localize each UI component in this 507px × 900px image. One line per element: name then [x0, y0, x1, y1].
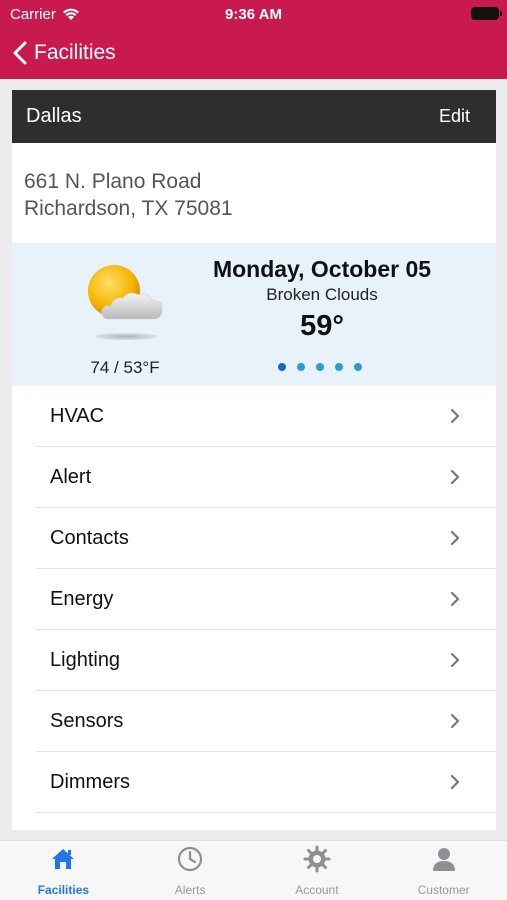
chevron-right-icon — [450, 591, 460, 607]
facility-card: Dallas Edit 661 N. Plano Road Richardson… — [12, 90, 496, 830]
person-icon — [432, 848, 455, 871]
menu-item-lighting[interactable]: Lighting — [36, 630, 496, 691]
page-dot[interactable] — [278, 363, 286, 371]
weather-date: Monday, October 05 — [212, 256, 432, 282]
menu-item-label: Dimmers — [50, 770, 130, 793]
current-temperature: 59° — [300, 310, 344, 342]
back-button[interactable]: Facilities — [0, 41, 116, 65]
menu-item-energy[interactable]: Energy — [36, 569, 496, 630]
menu-item-label: Contacts — [50, 526, 129, 549]
status-time: 9:36 AM — [225, 6, 282, 23]
menu-item-label: Alert — [50, 465, 92, 488]
nav-bar: Facilities — [0, 32, 116, 74]
edit-button[interactable]: Edit — [439, 106, 470, 127]
menu-item-alert[interactable]: Alert — [36, 447, 496, 508]
status-bar: Carrier 9:36 AM — [0, 0, 507, 28]
app-header: Carrier 9:36 AM Facilities — [0, 0, 507, 79]
page-dot[interactable] — [316, 363, 324, 371]
tab-label: Alerts — [174, 883, 206, 897]
menu-item-sensors[interactable]: Sensors — [36, 691, 496, 752]
tab-label: Customer — [417, 883, 470, 897]
partly-cloudy-icon — [88, 265, 163, 320]
clock-icon — [178, 846, 203, 872]
facility-menu: HVAC Alert Contacts Energy Lighting Sens… — [12, 386, 496, 813]
page-dot[interactable] — [335, 363, 343, 371]
chevron-right-icon — [450, 408, 460, 424]
tab-label: Account — [295, 883, 339, 897]
battery-icon — [471, 7, 502, 20]
icon-shadow — [95, 333, 157, 340]
weather-condition: Broken Clouds — [266, 285, 378, 304]
menu-item-contacts[interactable]: Contacts — [36, 508, 496, 569]
tab-account[interactable]: Account — [254, 841, 381, 900]
page-dot[interactable] — [354, 363, 362, 371]
address-line-2: Richardson, TX 75081 — [24, 197, 233, 220]
menu-item-label: Sensors — [50, 709, 124, 732]
menu-item-dimmers[interactable]: Dimmers — [36, 752, 496, 813]
chevron-left-icon — [13, 41, 27, 65]
chevron-right-icon — [450, 774, 460, 790]
tab-label: Facilities — [37, 883, 90, 897]
tab-bar: Facilities Alerts Account Customer — [0, 840, 507, 900]
menu-item-label: Energy — [50, 587, 114, 610]
back-label: Facilities — [34, 41, 116, 64]
menu-item-hvac[interactable]: HVAC — [36, 386, 496, 447]
high-low-temp: 74 / 53°F — [90, 358, 160, 377]
chevron-right-icon — [450, 530, 460, 546]
facility-name: Dallas — [26, 105, 82, 127]
page-dot[interactable] — [297, 363, 305, 371]
menu-item-label: Lighting — [50, 648, 121, 671]
facility-address: 661 N. Plano Road Richardson, TX 75081 — [12, 143, 496, 243]
chevron-right-icon — [450, 713, 460, 729]
menu-item-label: HVAC — [50, 404, 105, 427]
tab-customer[interactable]: Customer — [380, 841, 507, 900]
weather-panel[interactable]: 74 / 53°F Monday, October 05 Broken Clou… — [12, 243, 496, 386]
chevron-right-icon — [450, 652, 460, 668]
page-indicator[interactable] — [278, 363, 362, 371]
facility-header: Dallas Edit — [12, 90, 496, 143]
tab-facilities[interactable]: Facilities — [0, 841, 127, 900]
chevron-right-icon — [450, 469, 460, 485]
gear-icon — [303, 845, 331, 873]
home-icon — [52, 849, 75, 869]
address-line-1: 661 N. Plano Road — [24, 170, 202, 193]
tab-alerts[interactable]: Alerts — [127, 841, 254, 900]
